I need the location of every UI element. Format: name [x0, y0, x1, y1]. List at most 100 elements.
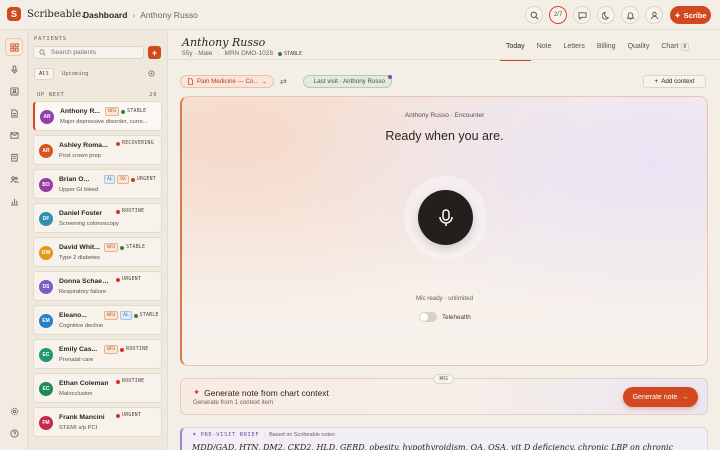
tab-today[interactable]: Today [500, 41, 531, 61]
moon-icon[interactable] [597, 6, 615, 24]
status-text: STABLE [127, 109, 147, 114]
patient-filter-tabs: All Upcoming [34, 68, 92, 80]
patient-tags: AL RX URGENT [104, 175, 156, 184]
add-context-button[interactable]: + Add context [643, 75, 706, 88]
mic-status: Mic ready · unlimited [415, 295, 474, 302]
status-dot-icon [116, 209, 120, 214]
patient-tags: URGENT [116, 413, 141, 418]
plus-icon: + [654, 78, 659, 85]
app-logo[interactable]: S [7, 7, 21, 21]
queue-count-badge[interactable]: 2/7 [549, 6, 567, 24]
status-dot-icon [116, 277, 120, 282]
document-icon [188, 78, 193, 85]
patient-card[interactable]: AR Ashley Roma... RECOVERING Post crown pre… [33, 135, 162, 165]
patient-name: Emily Cas... [59, 346, 98, 353]
dashboard-icon[interactable] [5, 38, 23, 56]
settings-icon[interactable] [5, 402, 23, 420]
breadcrumb-separator: › [132, 10, 136, 20]
sparkle-icon: ✦ [192, 432, 197, 438]
status-text: ROUTINE [122, 209, 145, 214]
status-text: STABLE [126, 245, 146, 250]
breadcrumb-current: Anthony Russo [140, 10, 198, 20]
patient-name-title: Anthony Russo [182, 36, 266, 49]
avatar: AR [40, 110, 54, 124]
analytics-icon[interactable] [5, 192, 23, 210]
patient-search[interactable] [33, 46, 144, 59]
patient-card[interactable]: EM Eleano... NFU AL STABLE Cognitive decline [33, 305, 162, 335]
tab-all[interactable]: All [34, 68, 54, 80]
microphone-icon[interactable] [5, 60, 23, 78]
keyboard-shortcut-badge: ⌘G [433, 374, 454, 384]
tag-nfu: NFU [105, 107, 120, 116]
patient-name: Anthony R... [60, 108, 101, 115]
avatar: EC [39, 382, 53, 396]
up-next-header: UP NEXT 29 [37, 92, 157, 98]
help-icon[interactable] [5, 424, 23, 442]
generate-note-button[interactable]: Generate note → [623, 387, 698, 407]
chat-icon[interactable] [573, 6, 591, 24]
filter-icon[interactable] [148, 70, 155, 79]
patient-diagnosis: Upper GI bleed [59, 187, 99, 193]
status-dot-icon [130, 177, 135, 182]
status-badge: STABLE [121, 109, 146, 114]
search-icon[interactable] [525, 6, 543, 24]
tab-letters[interactable]: Letters [557, 41, 590, 61]
tab-upcoming[interactable]: Upcoming [58, 69, 93, 79]
status-badge: ROUTINE [120, 347, 148, 352]
status-badge: ROUTINE [116, 379, 144, 384]
document-icon[interactable] [5, 104, 23, 122]
status-badge: URGENT [116, 277, 141, 282]
record-button[interactable] [418, 190, 473, 245]
breadcrumb-dashboard[interactable]: Dashboard [83, 10, 127, 20]
patient-card[interactable]: DS Donna Schaefer URGENT Respiratory failur… [33, 271, 162, 301]
brief-source: Based on Scribeable notes [269, 432, 335, 438]
avatar: AR [39, 144, 53, 158]
top-bar: S Scribeable. Dashboard › Anthony Russo … [0, 0, 720, 30]
mail-icon[interactable] [5, 126, 23, 144]
status-text: URGENT [122, 413, 142, 418]
patient-card[interactable]: DW David Whit... NFU STABLE Type 2 diabetes [33, 237, 162, 267]
tag-rx: RX [117, 175, 129, 184]
patients-heading: PATIENTS [34, 36, 67, 42]
patient-card[interactable]: BO Brian O... AL RX URGENT Upper GI bleed [33, 169, 162, 199]
patient-search-input[interactable] [51, 49, 141, 56]
main-tabs: Today Note Letters Billing Quality Chart… [500, 41, 695, 61]
patient-diagnosis: Prenatal care [59, 357, 94, 363]
status-dot-icon [116, 379, 120, 384]
tab-quality[interactable]: Quality [622, 41, 656, 61]
telehealth-label: Telehealth [442, 313, 471, 321]
chart-count-badge: 8 [680, 43, 690, 51]
tag-al: AL [104, 175, 116, 184]
patient-diagnosis: Cognitive decline [59, 323, 104, 329]
tab-billing[interactable]: Billing [591, 41, 622, 61]
user-icon[interactable] [645, 6, 663, 24]
scribe-button[interactable]: ✦ Scribe [670, 6, 711, 24]
patient-tags: URGENT [116, 277, 141, 282]
status-badge: STABLE [120, 245, 145, 250]
indicator-dot-icon [388, 75, 392, 79]
patient-card[interactable]: EC Ethan Coleman ROUTINE Malocclusion [33, 373, 162, 403]
template-chip[interactable]: Pain Medicine — Co... ⌄ [180, 75, 274, 88]
tab-chart[interactable]: Chart 8 [655, 41, 695, 61]
clipboard-icon[interactable] [5, 148, 23, 166]
bell-icon[interactable] [621, 6, 639, 24]
patient-name: Brian O... [59, 176, 90, 183]
team-icon[interactable] [5, 170, 23, 188]
swap-icon[interactable]: ⇄ [280, 77, 287, 86]
document-icon [310, 81, 311, 82]
status-badge: RECOVERING [116, 141, 154, 146]
patient-card[interactable]: FM Frank Mancini URGENT STEMI s/p PCI [33, 407, 162, 437]
patient-card[interactable]: EC Emily Cas... NFU ROUTINE Prenatal care [33, 339, 162, 369]
patient-card-icon[interactable] [5, 82, 23, 100]
telehealth-toggle[interactable] [419, 312, 437, 322]
patient-tags: NFU STABLE [104, 243, 145, 252]
brief-text: MDD/GAD, HTN, DM2, CKD2, HLD, GERD, obes… [192, 443, 674, 450]
tab-note[interactable]: Note [531, 41, 558, 61]
add-patient-button[interactable]: + [148, 46, 161, 59]
last-visit-chip[interactable]: Last visit · Anthony Russo [303, 75, 392, 88]
patient-tags: RECOVERING [116, 141, 154, 146]
up-next-count: 29 [149, 92, 157, 98]
patient-card[interactable]: DF Daniel Foster ROUTINE Screening colonosc… [33, 203, 162, 233]
patient-card[interactable]: AR Anthony R... NFU STABLE Major depressive … [33, 101, 162, 131]
patient-mrn: MRN DMO-1028 [224, 50, 273, 57]
